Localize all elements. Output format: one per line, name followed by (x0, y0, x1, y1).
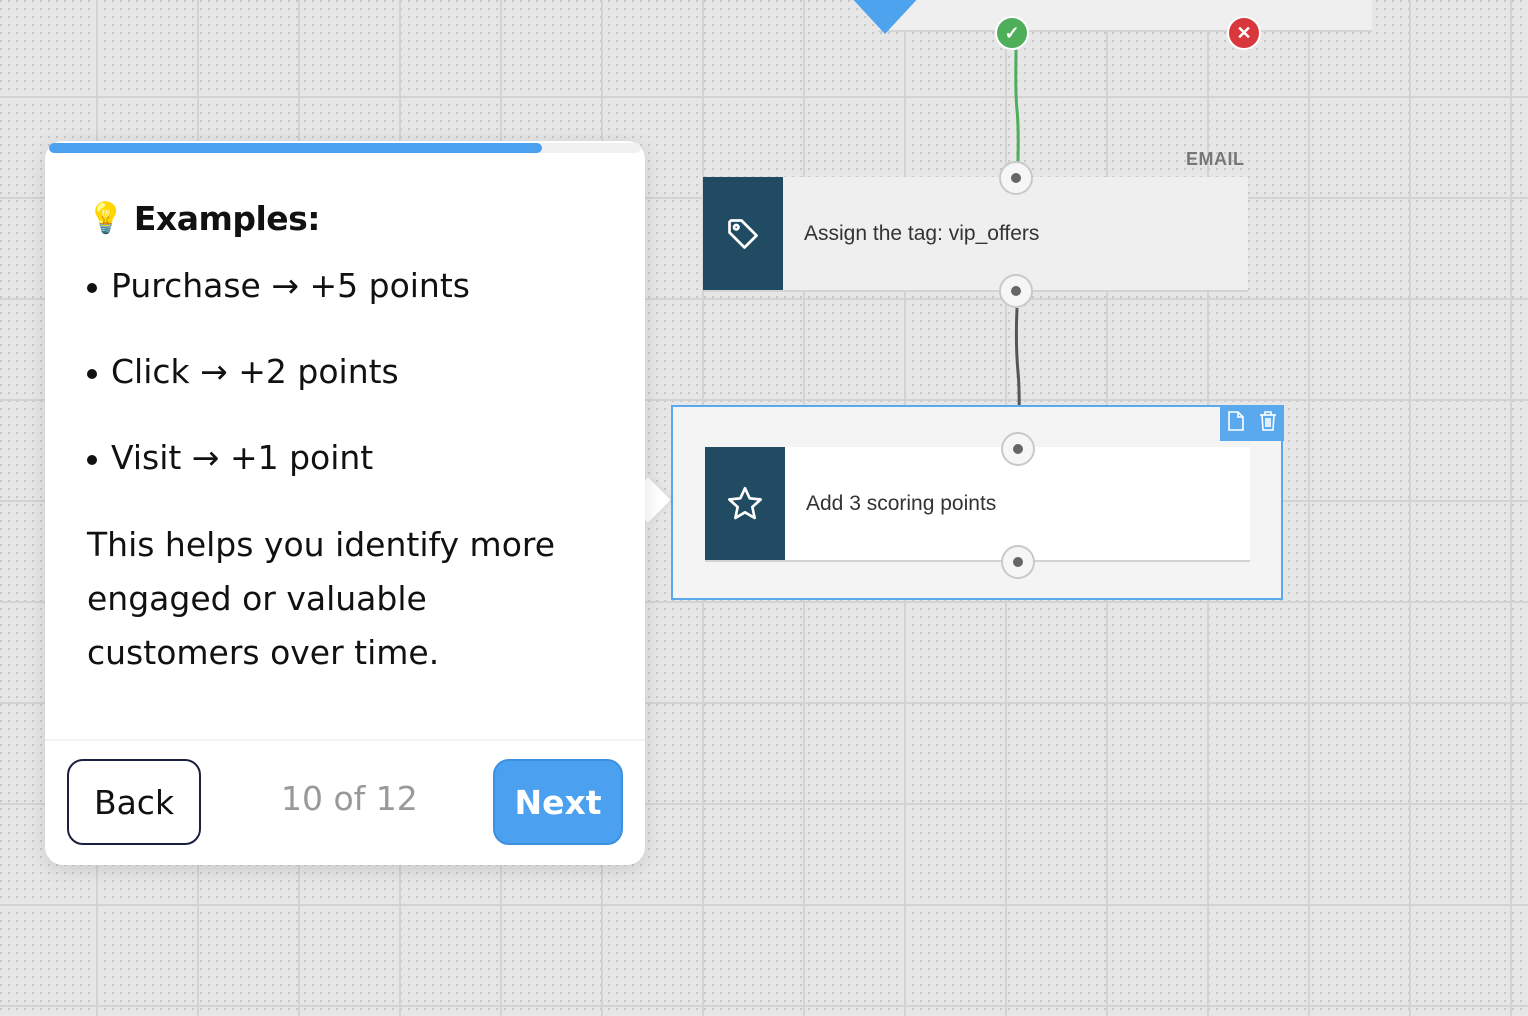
scoring-node-label: Add 3 scoring points (806, 491, 997, 515)
no-branch-cross-icon[interactable]: ✕ (1227, 16, 1261, 50)
tour-heading-text: Examples: (133, 199, 321, 238)
tour-content: 💡 Examples: Purchase → +5 points Click →… (87, 199, 607, 680)
scoring-node[interactable]: Add 3 scoring points (705, 447, 1250, 562)
condition-node-marker (848, 0, 922, 34)
tour-footer: Back 10 of 12 Next (45, 739, 645, 867)
scoring-node-input-port[interactable] (1001, 432, 1035, 466)
tour-description-line: customers over time. (87, 633, 440, 672)
star-icon (705, 447, 785, 560)
tour-description-line: engaged or valuable (87, 579, 427, 618)
tag-node-output-port[interactable] (999, 274, 1033, 308)
tour-progress-fill (49, 143, 543, 153)
trash-icon[interactable] (1259, 410, 1277, 436)
list-item: Purchase → +5 points (87, 264, 607, 350)
scoring-node-output-port[interactable] (1001, 545, 1035, 579)
list-item: Visit → +1 point (87, 436, 607, 522)
tour-description-line: This helps you identify more (87, 525, 556, 564)
next-button[interactable]: Next (493, 759, 623, 845)
lightbulb-icon: 💡 (87, 201, 124, 236)
channel-label: EMAIL (1186, 149, 1245, 169)
tour-popover: 💡 Examples: Purchase → +5 points Click →… (45, 141, 645, 865)
yes-branch-check-icon[interactable]: ✓ (995, 16, 1029, 50)
back-button[interactable]: Back (67, 759, 201, 845)
node-toolbar (1220, 405, 1284, 441)
duplicate-icon[interactable] (1227, 410, 1245, 436)
tour-progress-bar (49, 143, 641, 153)
examples-list: Purchase → +5 points Click → +2 points V… (87, 264, 607, 522)
assign-tag-node[interactable]: Assign the tag: vip_offers (703, 177, 1248, 292)
tag-icon (703, 177, 783, 290)
tag-node-input-port[interactable] (999, 161, 1033, 195)
step-counter: 10 of 12 (281, 779, 418, 818)
tour-heading: 💡 Examples: (87, 199, 607, 238)
condition-node[interactable] (878, 0, 1372, 32)
list-item: Click → +2 points (87, 350, 607, 436)
tour-description: This helps you identify more engaged or … (87, 518, 607, 680)
assign-tag-node-label: Assign the tag: vip_offers (804, 221, 1040, 245)
